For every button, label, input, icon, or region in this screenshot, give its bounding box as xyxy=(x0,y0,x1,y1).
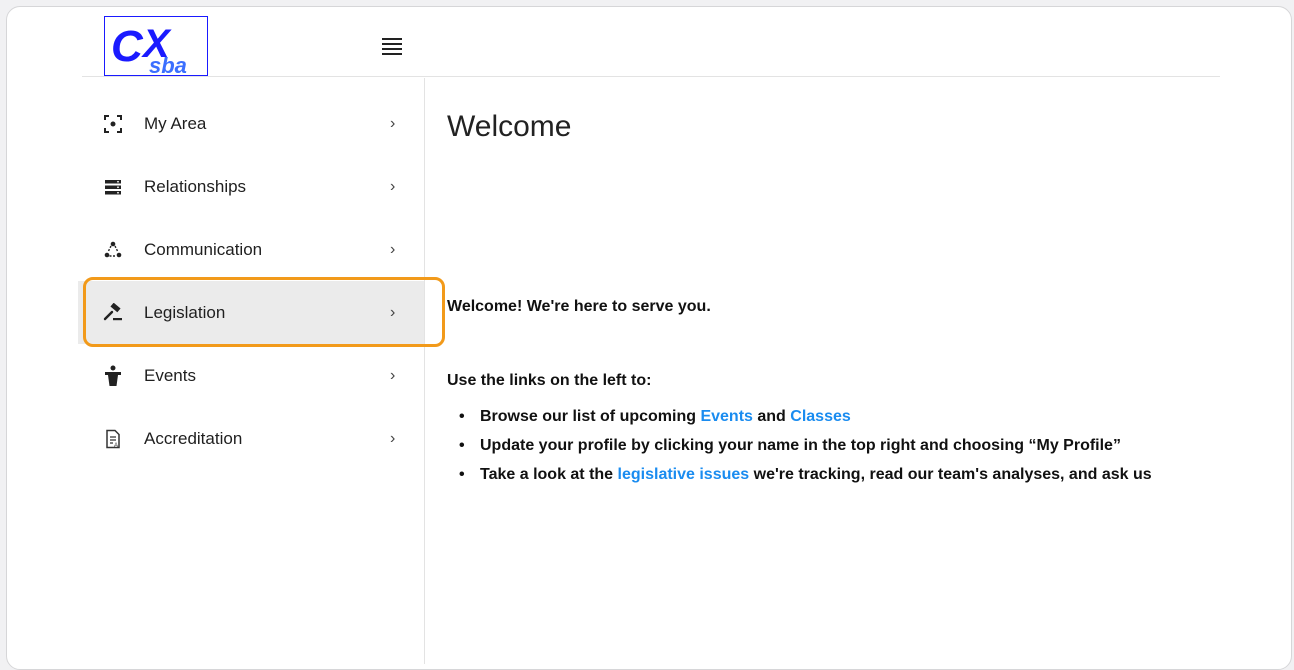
list-item: Browse our list of upcoming Events and C… xyxy=(447,402,1152,431)
chevron-right-icon: › xyxy=(390,303,396,321)
bullet-text: Update your profile by clicking your nam… xyxy=(480,437,1121,454)
bullet-text: and xyxy=(752,408,791,425)
chevron-right-icon: › xyxy=(390,240,396,258)
chevron-right-icon: › xyxy=(390,429,396,447)
document-icon: A xyxy=(102,428,124,450)
events-link[interactable]: Events xyxy=(700,408,752,425)
speaker-icon xyxy=(102,365,124,387)
logo[interactable]: C X sba xyxy=(104,16,208,77)
sidebar-item-label: Relationships xyxy=(144,176,247,196)
sidebar-item-label: Events xyxy=(144,365,196,385)
svg-text:C: C xyxy=(111,22,144,71)
chevron-right-icon: › xyxy=(390,366,396,384)
bullet-text: Browse our list of upcoming xyxy=(480,408,701,425)
sidebar-item-relationships[interactable]: Relationships › xyxy=(78,155,424,218)
list-item: Update your profile by clicking your nam… xyxy=(447,431,1152,460)
chevron-right-icon: › xyxy=(390,177,396,195)
sidebar-item-label: My Area xyxy=(144,113,207,133)
network-icon xyxy=(102,239,124,261)
gavel-icon xyxy=(102,302,124,324)
svg-text:A: A xyxy=(114,443,118,449)
sidebar-item-my-area[interactable]: My Area › xyxy=(78,92,424,155)
link-list: Browse our list of upcoming Events and C… xyxy=(447,402,1152,489)
sidebar-nav: My Area › Relationships › Communication … xyxy=(78,92,424,470)
page-title: Welcome xyxy=(447,110,572,143)
legislative-issues-link[interactable]: legislative issues xyxy=(618,466,750,483)
focus-icon xyxy=(102,113,124,135)
svg-text:sba: sba xyxy=(149,53,187,77)
menu-toggle-icon[interactable] xyxy=(382,38,402,56)
chevron-right-icon: › xyxy=(390,114,396,132)
bullet-text: we're tracking, read our team's analyses… xyxy=(749,466,1152,483)
sidebar-item-label: Accreditation xyxy=(144,428,243,448)
sidebar-item-communication[interactable]: Communication › xyxy=(78,218,424,281)
logo-image: C X sba xyxy=(111,22,187,77)
sidebar-item-accreditation[interactable]: A Accreditation › xyxy=(78,407,424,470)
bullet-text: Take a look at the xyxy=(480,466,618,483)
list-item: Take a look at the legislative issues we… xyxy=(447,460,1152,489)
links-intro: Use the links on the left to: xyxy=(447,372,652,389)
sidebar-item-label: Communication xyxy=(144,239,263,259)
server-icon xyxy=(102,176,124,198)
sidebar-item-label: Legislation xyxy=(144,302,226,322)
sidebar-divider xyxy=(424,78,425,664)
sidebar-item-events[interactable]: Events › xyxy=(78,344,424,407)
welcome-message: Welcome! We're here to serve you. xyxy=(447,298,711,315)
main-content: Welcome Welcome! We're here to serve you… xyxy=(447,0,1220,667)
classes-link[interactable]: Classes xyxy=(790,408,851,425)
sidebar-item-legislation[interactable]: Legislation › xyxy=(78,281,424,344)
